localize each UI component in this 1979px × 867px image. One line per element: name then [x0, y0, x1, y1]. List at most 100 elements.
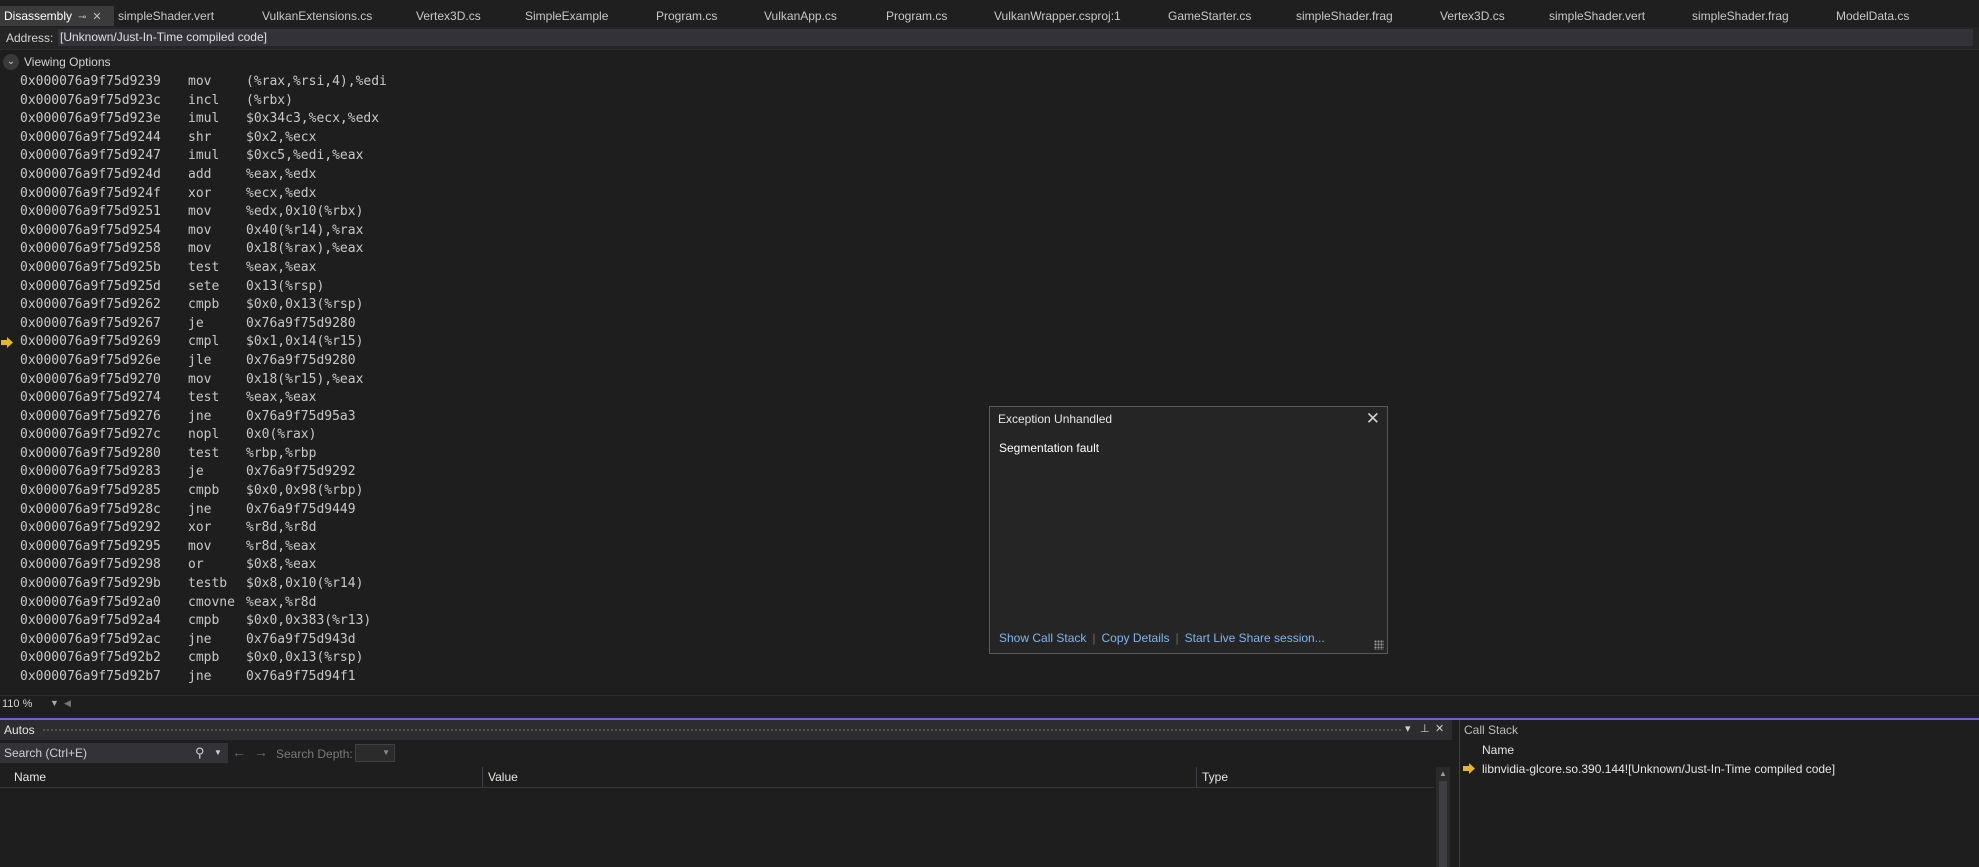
chevron-down-icon[interactable]: ⌄ [3, 53, 19, 70]
copy-details-link[interactable]: Copy Details [1102, 631, 1170, 645]
instruction-row[interactable]: 0x000076a9f75d92b7 jne 0x76a9f75d94f1 [0, 668, 1979, 687]
call-stack-frame[interactable]: libnvidia-glcore.so.390.144![Unknown/Jus… [1460, 760, 1979, 778]
tab-label: simpleShader.vert [118, 9, 215, 23]
instruction-address: 0x000076a9f75d9280 [20, 445, 161, 461]
instruction-row[interactable]: 0x000076a9f75d923e imul $0x34c3,%ecx,%edx [0, 110, 1979, 129]
instruction-row[interactable]: 0x000076a9f75d924d add %eax,%edx [0, 166, 1979, 185]
instruction-mnemonic: mov [188, 204, 212, 220]
chevron-down-icon[interactable]: ▼ [214, 748, 222, 757]
instruction-row[interactable]: 0x000076a9f75d9254 mov 0x40(%r14),%rax [0, 222, 1979, 241]
instruction-operands: $0x8,%eax [246, 557, 317, 573]
instruction-row[interactable]: 0x000076a9f75d924f xor %ecx,%edx [0, 185, 1979, 204]
chevron-down-icon[interactable]: ▾ [1405, 722, 1411, 735]
instruction-row[interactable]: 0x000076a9f75d9262 cmpb $0x0,0x13(%rsp) [0, 296, 1979, 315]
column-divider[interactable] [1196, 767, 1197, 787]
search-box[interactable]: ⚲ ▼ [0, 743, 228, 763]
autos-column-headers: Name Value Type [0, 767, 1434, 788]
close-icon[interactable]: ✕ [92, 11, 101, 23]
instruction-address: 0x000076a9f75d9258 [20, 241, 161, 257]
instruction-operands: 0x76a9f75d9449 [246, 501, 356, 517]
tab-simpleshader-vert-2[interactable]: simpleShader.vert [1545, 6, 1645, 26]
scroll-up-icon[interactable]: ▲ [1439, 769, 1447, 778]
tab-vulkanextensions-cs[interactable]: VulkanExtensions.cs [258, 6, 372, 26]
chevron-down-icon[interactable]: ▼ [382, 748, 390, 757]
instruction-address: 0x000076a9f75d9247 [20, 148, 161, 164]
instruction-mnemonic: je [188, 315, 204, 331]
instruction-address: 0x000076a9f75d9251 [20, 204, 161, 220]
tab-program-cs-2[interactable]: Program.cs [882, 6, 947, 26]
instruction-row[interactable]: 0x000076a9f75d9239 mov (%rax,%rsi,4),%edi [0, 73, 1979, 92]
tab-label: VulkanApp.cs [764, 9, 837, 23]
instruction-operands: (%rbx) [246, 92, 293, 108]
vertical-scrollbar[interactable]: ▲ [1436, 767, 1450, 867]
column-divider[interactable] [482, 767, 483, 787]
instruction-address: 0x000076a9f75d92b7 [20, 669, 161, 684]
search-depth-select[interactable]: ▼ [355, 744, 395, 762]
tab-vulkanwrapper-csproj[interactable]: VulkanWrapper.csproj:1 [990, 6, 1121, 26]
column-name[interactable]: Name [14, 770, 46, 784]
instruction-mnemonic: add [188, 166, 212, 182]
address-field[interactable]: [Unknown/Just-In-Time compiled code] [58, 29, 1973, 46]
viewing-options-toggle[interactable]: ⌄ Viewing Options [0, 52, 111, 70]
arrow-left-icon[interactable]: ← [232, 744, 246, 760]
tab-disassembly[interactable]: Disassembly ⊸ ✕ [0, 6, 114, 26]
search-input[interactable] [4, 745, 184, 761]
instruction-address: 0x000076a9f75d9239 [20, 74, 161, 89]
instruction-row[interactable]: 0x000076a9f75d9247 imul $0xc5,%edi,%eax [0, 147, 1979, 166]
tab-simpleshader-frag-2[interactable]: simpleShader.frag [1688, 6, 1789, 26]
instruction-row[interactable]: 0x000076a9f75d9244 shr $0x2,%ecx [0, 129, 1979, 148]
instruction-address: 0x000076a9f75d9292 [20, 520, 161, 536]
instruction-mnemonic: cmpb [188, 297, 220, 313]
column-type[interactable]: Type [1202, 770, 1228, 784]
frame-name: libnvidia-glcore.so.390.144![Unknown/Jus… [1482, 762, 1836, 776]
instruction-row[interactable]: 0x000076a9f75d926e jle 0x76a9f75d9280 [0, 352, 1979, 371]
pin-icon[interactable]: ⊸ [78, 12, 86, 23]
close-icon[interactable]: ✕ [1366, 409, 1380, 429]
tab-label: VulkanExtensions.cs [262, 9, 373, 23]
tab-vulkanapp-cs[interactable]: VulkanApp.cs [760, 6, 837, 26]
instruction-row[interactable]: 0x000076a9f75d9258 mov 0x18(%rax),%eax [0, 240, 1979, 259]
column-name[interactable]: Name [1482, 743, 1514, 757]
tab-simpleshader-vert[interactable]: simpleShader.vert [114, 6, 214, 26]
instruction-row[interactable]: 0x000076a9f75d925d sete 0x13(%rsp) [0, 278, 1979, 297]
instruction-mnemonic: xor [188, 185, 212, 201]
instruction-row[interactable]: 0x000076a9f75d9274 test %eax,%eax [0, 389, 1979, 408]
tab-label: simpleShader.frag [1692, 9, 1789, 23]
scrollbar-thumb[interactable] [1439, 781, 1447, 867]
search-icon[interactable]: ⚲ [195, 745, 205, 761]
tab-simpleshader-frag[interactable]: simpleShader.frag [1292, 6, 1393, 26]
pin-icon[interactable]: ⊥ [1420, 722, 1430, 735]
arrow-right-icon[interactable]: → [254, 744, 268, 760]
tab-vertex3d-cs-2[interactable]: Vertex3D.cs [1436, 6, 1505, 26]
column-value[interactable]: Value [488, 770, 518, 784]
scroll-left-icon[interactable]: ◀ [64, 698, 71, 709]
tab-gamestarter-cs[interactable]: GameStarter.cs [1164, 6, 1251, 26]
instruction-address: 0x000076a9f75d9274 [20, 390, 161, 406]
editor-status-bar: 110 % ▼ ◀ [0, 695, 1979, 714]
close-icon[interactable]: ✕ [1435, 722, 1444, 735]
zoom-level[interactable]: 110 % [2, 698, 32, 710]
tab-simpleexample[interactable]: SimpleExample [521, 6, 608, 26]
drag-handle[interactable] [42, 728, 1402, 733]
instruction-row[interactable]: 0x000076a9f75d925b test %eax,%eax [0, 259, 1979, 278]
instruction-operands: 0x76a9f75d95a3 [246, 408, 356, 424]
tab-vertex3d-cs[interactable]: Vertex3D.cs [412, 6, 481, 26]
resize-grip-icon[interactable] [1374, 640, 1384, 650]
tab-modeldata-cs[interactable]: ModelData.cs [1832, 6, 1909, 26]
instruction-row[interactable]: 0x000076a9f75d9269 cmpl $0x1,0x14(%r15) [0, 333, 1979, 352]
show-call-stack-link[interactable]: Show Call Stack [999, 631, 1086, 645]
tab-program-cs[interactable]: Program.cs [652, 6, 717, 26]
instruction-address: 0x000076a9f75d926e [20, 352, 161, 368]
instruction-row[interactable]: 0x000076a9f75d9267 je 0x76a9f75d9280 [0, 315, 1979, 334]
instruction-mnemonic: mov [188, 371, 212, 387]
instruction-row[interactable]: 0x000076a9f75d923c incl (%rbx) [0, 92, 1979, 111]
instruction-row[interactable]: 0x000076a9f75d9270 mov 0x18(%r15),%eax [0, 371, 1979, 390]
search-depth-label: Search Depth: [276, 747, 353, 761]
instruction-row[interactable]: 0x000076a9f75d9251 mov %edx,0x10(%rbx) [0, 203, 1979, 222]
start-live-share-link[interactable]: Start Live Share session... [1185, 631, 1325, 645]
instruction-mnemonic: nopl [188, 427, 220, 443]
instruction-address: 0x000076a9f75d925d [20, 278, 161, 294]
call-stack-title: Call Stack [1464, 723, 1519, 737]
chevron-down-icon[interactable]: ▼ [50, 698, 59, 708]
instruction-address: 0x000076a9f75d9285 [20, 483, 161, 499]
